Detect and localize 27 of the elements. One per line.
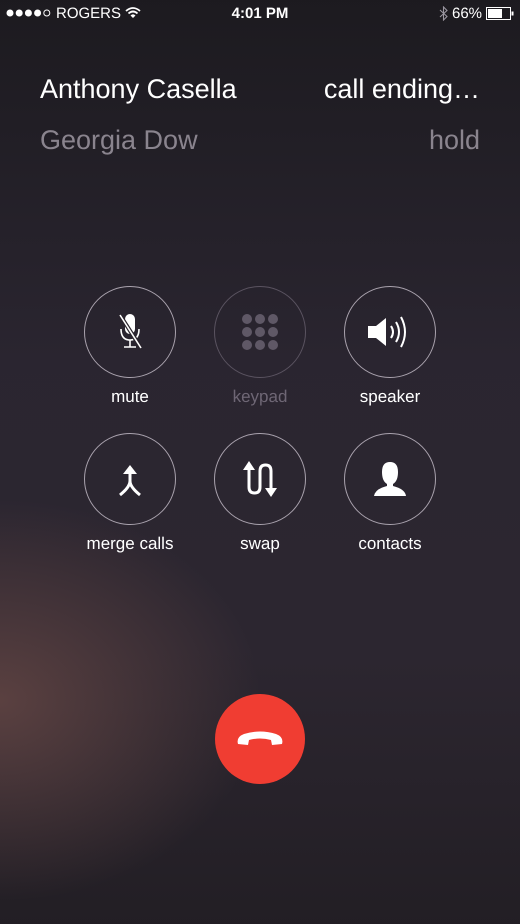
battery-icon [486, 6, 514, 20]
muted-microphone-icon [117, 313, 143, 351]
caller-name: Georgia Dow [40, 127, 198, 154]
caller-name: Anthony Casella [40, 76, 237, 103]
speaker-button[interactable] [344, 286, 436, 378]
wifi-icon [125, 7, 142, 19]
clock-time: 4:01 PM [232, 4, 288, 22]
bluetooth-icon [438, 6, 448, 20]
swap-arrows-icon [242, 459, 278, 499]
control-label: mute [111, 387, 149, 407]
call-status: hold [428, 127, 480, 154]
phone-handset-icon [236, 731, 284, 747]
carrier-name: ROGERS [56, 4, 122, 22]
person-silhouette-icon [373, 461, 407, 497]
battery-percentage: 66% [452, 4, 482, 22]
contacts-button[interactable] [344, 433, 436, 525]
control-label: keypad [232, 387, 288, 407]
control-label: swap [240, 534, 280, 554]
signal-strength-icon [6, 9, 52, 17]
control-label: speaker [360, 387, 420, 407]
call-status: call ending… [324, 76, 480, 103]
merge-button[interactable] [84, 433, 176, 525]
control-label: contacts [358, 534, 422, 554]
mute-button[interactable] [84, 286, 176, 378]
keypad-icon [241, 313, 279, 351]
swap-button[interactable] [214, 433, 306, 525]
control-label: merge calls [86, 534, 174, 554]
